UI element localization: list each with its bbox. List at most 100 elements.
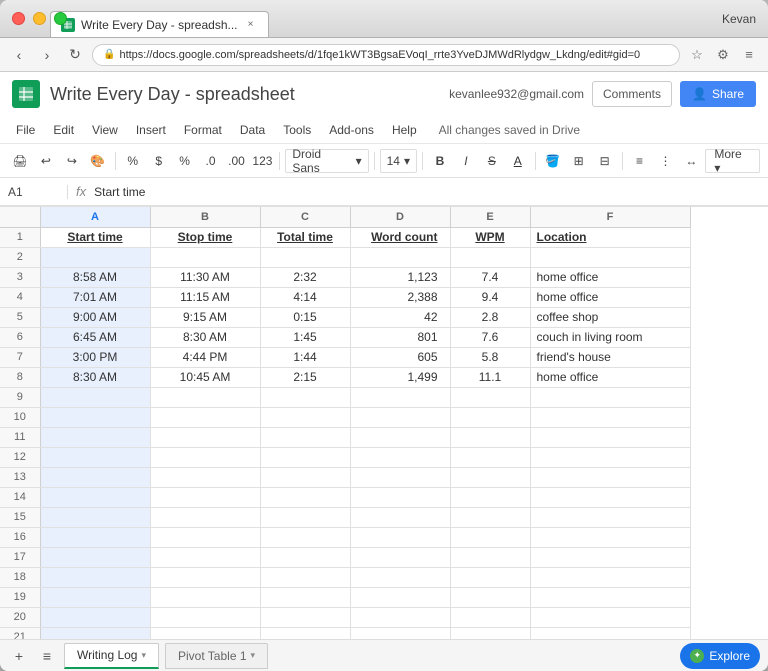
cell-F-15[interactable] bbox=[530, 507, 690, 527]
cell-D-9[interactable] bbox=[350, 387, 450, 407]
cell-C-8[interactable]: 2:15 bbox=[260, 367, 350, 387]
cell-F-6[interactable]: couch in living room bbox=[530, 327, 690, 347]
cell-F-3[interactable]: home office bbox=[530, 267, 690, 287]
explore-button[interactable]: ✦ Explore bbox=[680, 643, 760, 669]
menu-insert[interactable]: Insert bbox=[128, 120, 174, 140]
cell-D-6[interactable]: 801 bbox=[350, 327, 450, 347]
close-button[interactable] bbox=[12, 12, 25, 25]
cell-D-19[interactable] bbox=[350, 587, 450, 607]
cell-B-13[interactable] bbox=[150, 467, 260, 487]
cell-B-20[interactable] bbox=[150, 607, 260, 627]
bold-button[interactable]: B bbox=[428, 149, 452, 173]
cell-E-17[interactable] bbox=[450, 547, 530, 567]
tab-close-button[interactable]: × bbox=[244, 18, 258, 32]
cell-A-1[interactable]: Start time bbox=[40, 227, 150, 247]
menu-addons[interactable]: Add-ons bbox=[321, 120, 382, 140]
add-sheet-button[interactable]: + bbox=[8, 645, 30, 667]
cell-F-19[interactable] bbox=[530, 587, 690, 607]
cell-C-15[interactable] bbox=[260, 507, 350, 527]
cell-D-3[interactable]: 1,123 bbox=[350, 267, 450, 287]
align-middle-button[interactable]: ⋮ bbox=[654, 149, 678, 173]
align-right-button[interactable]: ↔ bbox=[679, 149, 703, 173]
cell-C-18[interactable] bbox=[260, 567, 350, 587]
share-button[interactable]: 👤 Share bbox=[680, 81, 756, 107]
cell-A-7[interactable]: 3:00 PM bbox=[40, 347, 150, 367]
cell-F-13[interactable] bbox=[530, 467, 690, 487]
merge-button[interactable]: ⊟ bbox=[593, 149, 617, 173]
cell-C-11[interactable] bbox=[260, 427, 350, 447]
cell-C-9[interactable] bbox=[260, 387, 350, 407]
cell-B-16[interactable] bbox=[150, 527, 260, 547]
cell-E-18[interactable] bbox=[450, 567, 530, 587]
cell-B-4[interactable]: 11:15 AM bbox=[150, 287, 260, 307]
decimal-increase-button[interactable]: .00 bbox=[225, 149, 249, 173]
cell-A-10[interactable] bbox=[40, 407, 150, 427]
cell-C-12[interactable] bbox=[260, 447, 350, 467]
cell-E-8[interactable]: 11.1 bbox=[450, 367, 530, 387]
cell-A-15[interactable] bbox=[40, 507, 150, 527]
menu-data[interactable]: Data bbox=[232, 120, 273, 140]
cell-D-10[interactable] bbox=[350, 407, 450, 427]
cell-reference[interactable]: A1 bbox=[8, 185, 68, 199]
cell-D-17[interactable] bbox=[350, 547, 450, 567]
cell-D-13[interactable] bbox=[350, 467, 450, 487]
cell-B-18[interactable] bbox=[150, 567, 260, 587]
font-size-dropdown[interactable]: 14 ▾ bbox=[380, 149, 417, 173]
cell-B-21[interactable] bbox=[150, 627, 260, 639]
sheet-tab-writing-log[interactable]: Writing Log ▾ bbox=[64, 643, 159, 669]
percent-button[interactable]: % bbox=[173, 149, 197, 173]
cell-F-12[interactable] bbox=[530, 447, 690, 467]
number-format-button[interactable]: 123 bbox=[250, 149, 274, 173]
cell-F-1[interactable]: Location bbox=[530, 227, 690, 247]
cell-E-3[interactable]: 7.4 bbox=[450, 267, 530, 287]
col-header-c[interactable]: C bbox=[260, 207, 350, 227]
cell-E-14[interactable] bbox=[450, 487, 530, 507]
cell-D-4[interactable]: 2,388 bbox=[350, 287, 450, 307]
cell-D-11[interactable] bbox=[350, 427, 450, 447]
cell-C-14[interactable] bbox=[260, 487, 350, 507]
cell-C-17[interactable] bbox=[260, 547, 350, 567]
cell-B-14[interactable] bbox=[150, 487, 260, 507]
cell-E-5[interactable]: 2.8 bbox=[450, 307, 530, 327]
menu-edit[interactable]: Edit bbox=[45, 120, 82, 140]
cell-A-8[interactable]: 8:30 AM bbox=[40, 367, 150, 387]
cell-E-2[interactable] bbox=[450, 247, 530, 267]
cell-C-1[interactable]: Total time bbox=[260, 227, 350, 247]
cell-F-9[interactable] bbox=[530, 387, 690, 407]
col-header-a[interactable]: A bbox=[40, 207, 150, 227]
cell-A-13[interactable] bbox=[40, 467, 150, 487]
cell-F-16[interactable] bbox=[530, 527, 690, 547]
maximize-button[interactable] bbox=[54, 12, 67, 25]
cell-D-5[interactable]: 42 bbox=[350, 307, 450, 327]
cell-E-13[interactable] bbox=[450, 467, 530, 487]
refresh-button[interactable]: ↻ bbox=[64, 44, 86, 66]
cell-E-11[interactable] bbox=[450, 427, 530, 447]
cell-D-14[interactable] bbox=[350, 487, 450, 507]
cell-F-5[interactable]: coffee shop bbox=[530, 307, 690, 327]
cell-D-16[interactable] bbox=[350, 527, 450, 547]
cell-A-21[interactable] bbox=[40, 627, 150, 639]
cell-C-3[interactable]: 2:32 bbox=[260, 267, 350, 287]
menu-format[interactable]: Format bbox=[176, 120, 230, 140]
cell-B-15[interactable] bbox=[150, 507, 260, 527]
cell-C-4[interactable]: 4:14 bbox=[260, 287, 350, 307]
col-header-f[interactable]: F bbox=[530, 207, 690, 227]
col-header-d[interactable]: D bbox=[350, 207, 450, 227]
cell-D-18[interactable] bbox=[350, 567, 450, 587]
sheet-tab-pivot-table[interactable]: Pivot Table 1 ▾ bbox=[165, 643, 268, 669]
cell-A-18[interactable] bbox=[40, 567, 150, 587]
sheet-container[interactable]: A B C D E F 1Start timeStop timeTotal ti… bbox=[0, 207, 768, 639]
cell-D-7[interactable]: 605 bbox=[350, 347, 450, 367]
cell-A-17[interactable] bbox=[40, 547, 150, 567]
cell-F-17[interactable] bbox=[530, 547, 690, 567]
cell-B-9[interactable] bbox=[150, 387, 260, 407]
cell-A-6[interactable]: 6:45 AM bbox=[40, 327, 150, 347]
cell-E-19[interactable] bbox=[450, 587, 530, 607]
url-bar[interactable]: 🔒 https://docs.google.com/spreadsheets/d… bbox=[92, 44, 680, 66]
comments-button[interactable]: Comments bbox=[592, 81, 672, 107]
minimize-button[interactable] bbox=[33, 12, 46, 25]
cell-C-19[interactable] bbox=[260, 587, 350, 607]
cell-F-18[interactable] bbox=[530, 567, 690, 587]
strikethrough-button[interactable]: S bbox=[480, 149, 504, 173]
cell-E-20[interactable] bbox=[450, 607, 530, 627]
